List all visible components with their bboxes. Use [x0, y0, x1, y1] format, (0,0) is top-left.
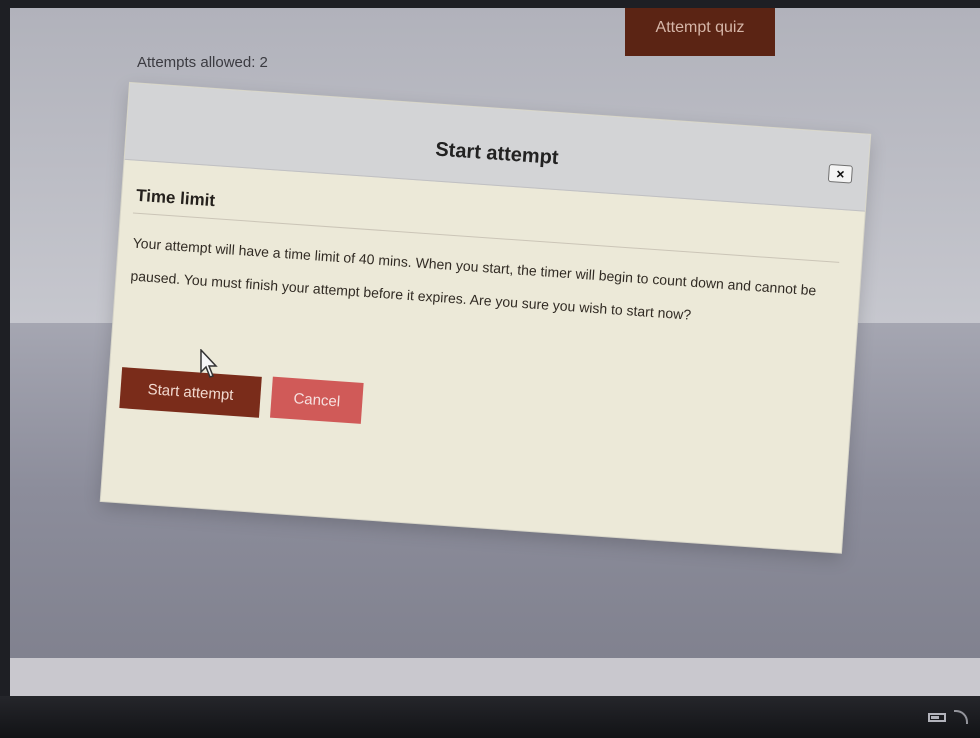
close-button[interactable]: × — [827, 163, 853, 184]
arrow-cursor-icon — [200, 349, 218, 378]
close-icon: × — [835, 165, 846, 183]
screen: Attempts allowed: 2 Attempt quiz Start a… — [10, 8, 980, 696]
taskbar — [0, 696, 980, 738]
page-bottom-strip — [10, 658, 980, 696]
cancel-button[interactable]: Cancel — [270, 376, 364, 424]
dialog-title: Start attempt — [434, 138, 560, 170]
start-attempt-dialog: Start attempt × Time limit Your attempt … — [100, 83, 871, 553]
time-limit-heading: Time limit — [135, 185, 216, 211]
system-tray — [928, 710, 968, 724]
battery-icon — [928, 712, 946, 722]
attempt-quiz-button[interactable]: Attempt quiz — [625, 8, 775, 56]
start-attempt-button[interactable]: Start attempt — [119, 367, 262, 418]
wifi-icon — [954, 710, 968, 724]
dialog-message: Your attempt will have a time limit of 4… — [130, 234, 817, 323]
attempts-allowed-text: Attempts allowed: 2 — [137, 54, 268, 71]
